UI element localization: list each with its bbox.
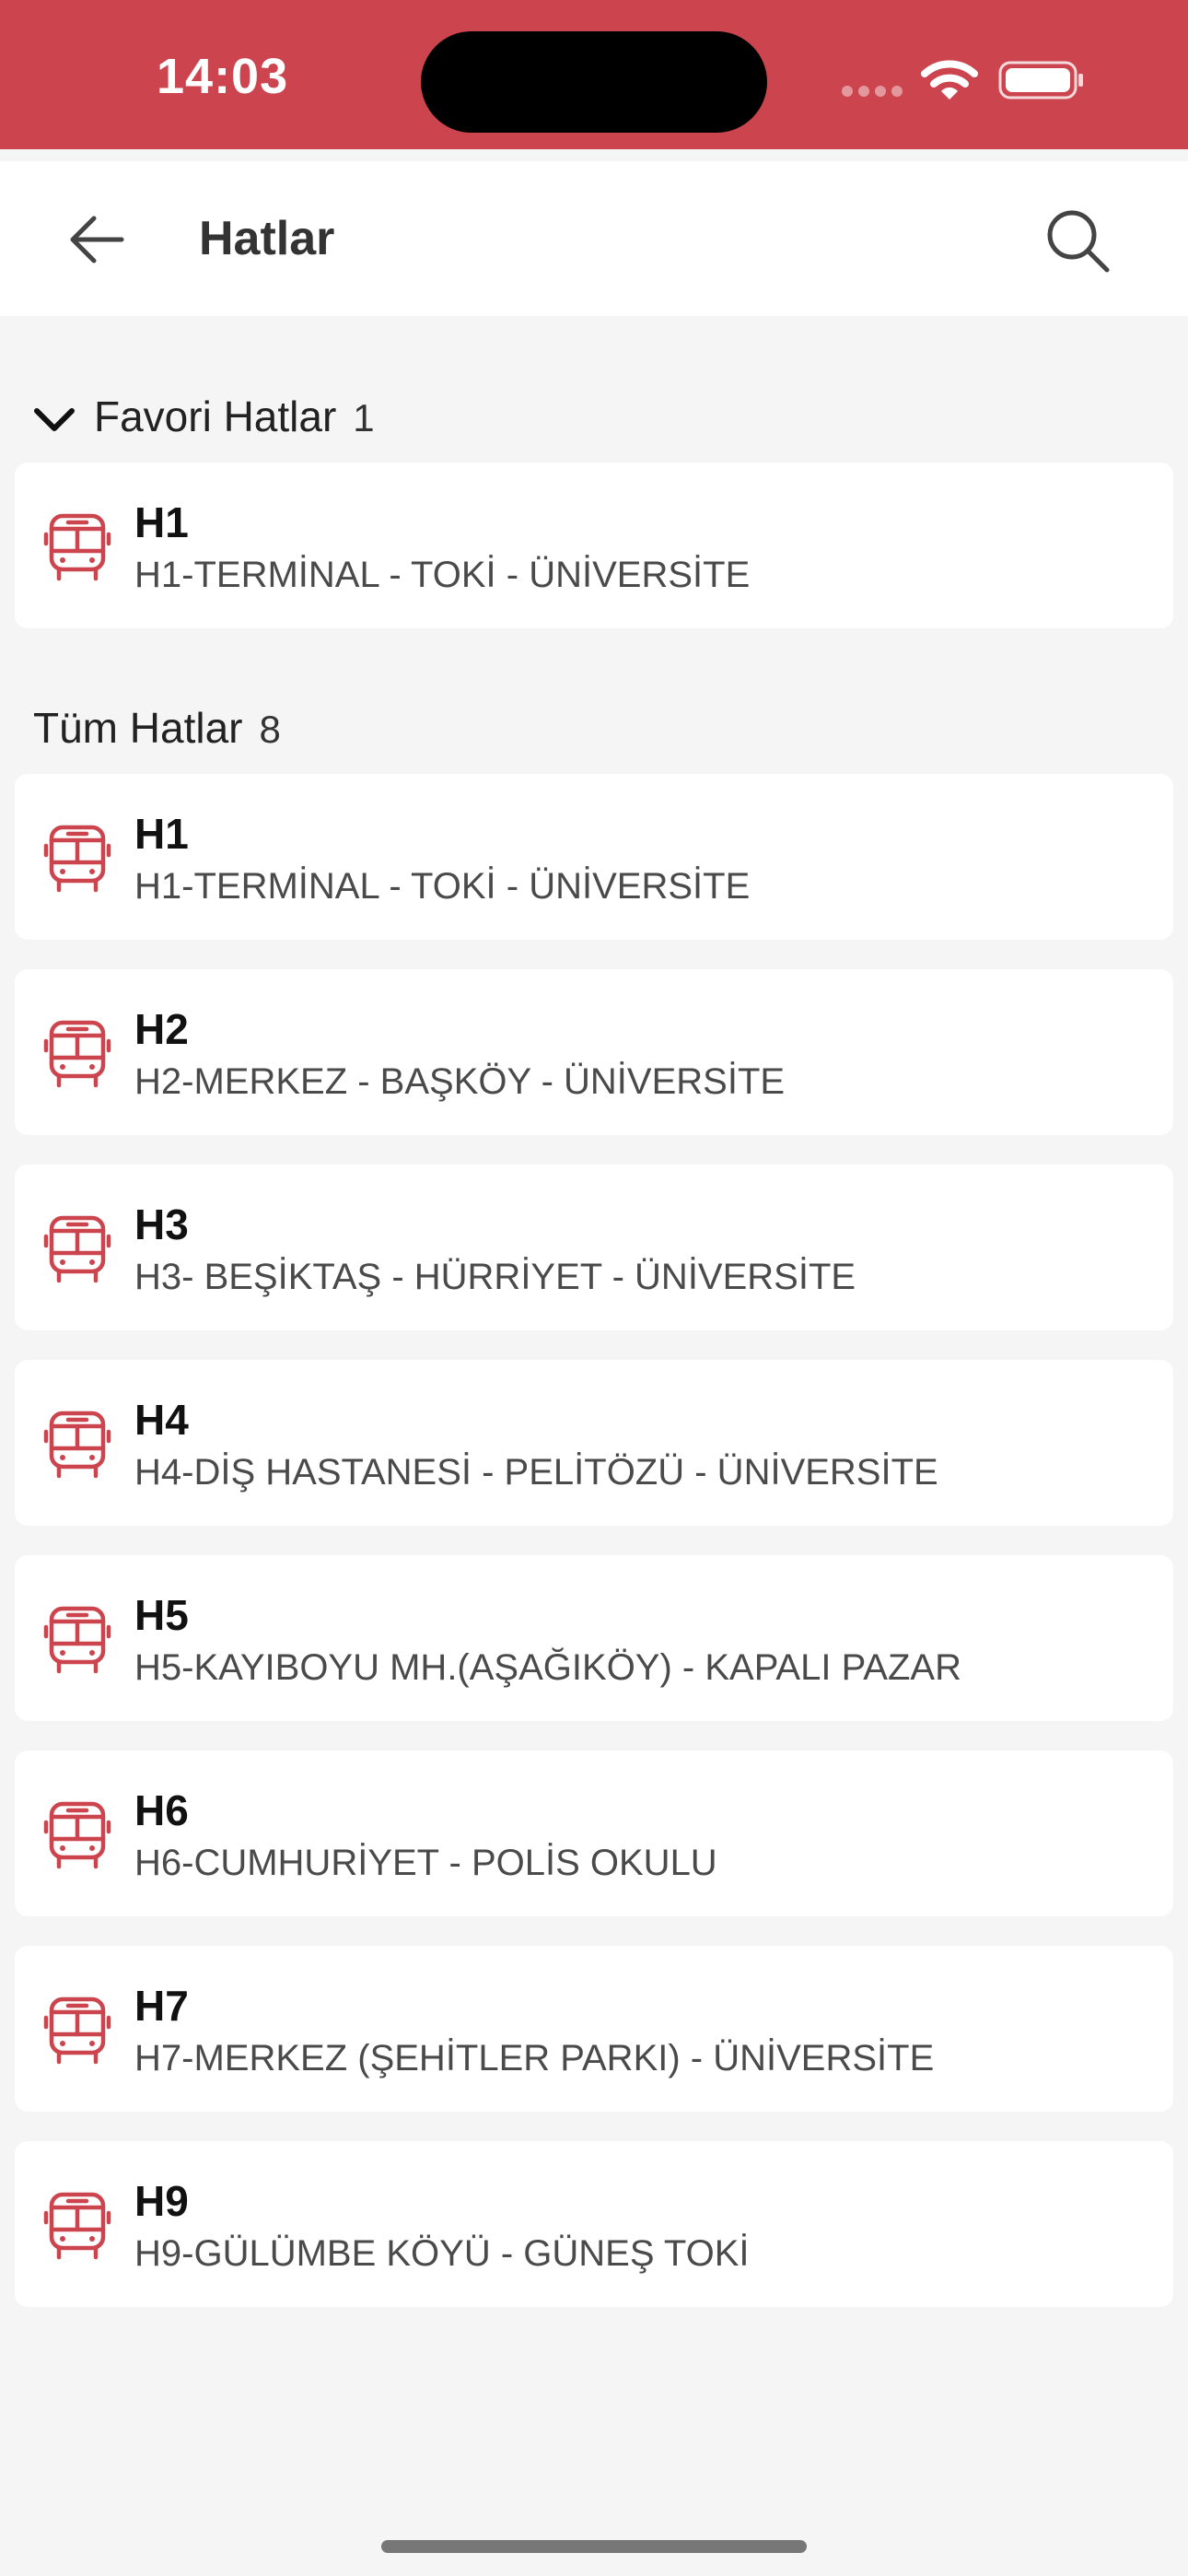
line-item[interactable]: H2 H2-MERKEZ - BAŞKÖY - ÜNİVERSİTE (15, 969, 1173, 1135)
status-bar: 14:03 (0, 0, 1188, 149)
bus-icon (42, 510, 112, 584)
line-item[interactable]: H6 H6-CUMHURİYET - POLİS OKULU (15, 1751, 1173, 1916)
status-time: 14:03 (157, 49, 289, 104)
line-code: H2 (134, 1005, 189, 1053)
favorites-title: Favori Hatlar (94, 392, 337, 440)
line-route: H1-TERMİNAL - TOKİ - ÜNİVERSİTE (134, 866, 751, 907)
line-item[interactable]: H5 H5-KAYIBOYU MH.(AŞAĞIKÖY) - KAPALI PA… (15, 1555, 1173, 1721)
line-route: H7-MERKEZ (ŞEHİTLER PARKI) - ÜNİVERSİTE (134, 2038, 935, 2078)
line-route: H3- BEŞİKTAŞ - HÜRRİYET - ÜNİVERSİTE (134, 1257, 856, 1297)
all-lines-count: 8 (259, 708, 281, 751)
line-item[interactable]: H9 H9-GÜLÜMBE KÖYÜ - GÜNEŞ TOKİ (15, 2141, 1173, 2307)
line-route: H6-CUMHURİYET - POLİS OKULU (134, 1843, 717, 1883)
line-code: H1 (134, 810, 189, 858)
all-lines-title: Tüm Hatlar (33, 704, 243, 752)
line-code: H4 (134, 1396, 189, 1444)
wifi-icon (921, 60, 978, 100)
line-code: H9 (134, 2177, 189, 2225)
chevron-down-icon[interactable] (31, 404, 77, 435)
signal-icon (842, 85, 908, 101)
line-route: H4-DİŞ HASTANESİ - PELİTÖZÜ - ÜNİVERSİTE (134, 1452, 938, 1493)
favorites-section-header[interactable]: Favori Hatlar 1 (94, 392, 375, 441)
bus-icon (42, 1408, 112, 1481)
line-code: H1 (134, 498, 189, 546)
bus-icon (42, 822, 112, 896)
line-code: H7 (134, 1982, 189, 2030)
line-item[interactable]: H4 H4-DİŞ HASTANESİ - PELİTÖZÜ - ÜNİVERS… (15, 1360, 1173, 1526)
line-route: H5-KAYIBOYU MH.(AŞAĞIKÖY) - KAPALI PAZAR (134, 1647, 961, 1688)
all-lines-section-header: Tüm Hatlar 8 (33, 703, 281, 753)
line-item[interactable]: H3 H3- BEŞİKTAŞ - HÜRRİYET - ÜNİVERSİTE (15, 1165, 1173, 1330)
dynamic-island (421, 31, 767, 133)
bus-icon (42, 1017, 112, 1091)
line-item[interactable]: H7 H7-MERKEZ (ŞEHİTLER PARKI) - ÜNİVERSİ… (15, 1946, 1173, 2112)
line-code: H3 (134, 1200, 189, 1248)
line-route: H1-TERMİNAL - TOKİ - ÜNİVERSİTE (134, 555, 751, 595)
bus-icon (42, 1212, 112, 1286)
bus-icon (42, 1994, 112, 2067)
line-route: H9-GÜLÜMBE KÖYÜ - GÜNEŞ TOKİ (134, 2233, 750, 2274)
favorite-line-item[interactable]: H1 H1-TERMİNAL - TOKİ - ÜNİVERSİTE (15, 463, 1173, 628)
line-code: H6 (134, 1786, 189, 1834)
bus-icon (42, 1603, 112, 1677)
bus-icon (42, 1798, 112, 1872)
page-title: Hatlar (199, 212, 335, 265)
line-route: H2-MERKEZ - BAŞKÖY - ÜNİVERSİTE (134, 1061, 786, 1102)
home-indicator[interactable] (381, 2540, 807, 2553)
bus-icon (42, 2189, 112, 2263)
line-code: H5 (134, 1591, 189, 1639)
top-app-bar: Hatlar (0, 161, 1188, 316)
arrow-left-icon[interactable] (64, 207, 129, 272)
battery-icon (998, 61, 1083, 100)
favorites-count: 1 (353, 396, 375, 439)
line-item[interactable]: H1 H1-TERMİNAL - TOKİ - ÜNİVERSİTE (15, 774, 1173, 940)
search-icon[interactable] (1042, 205, 1112, 275)
